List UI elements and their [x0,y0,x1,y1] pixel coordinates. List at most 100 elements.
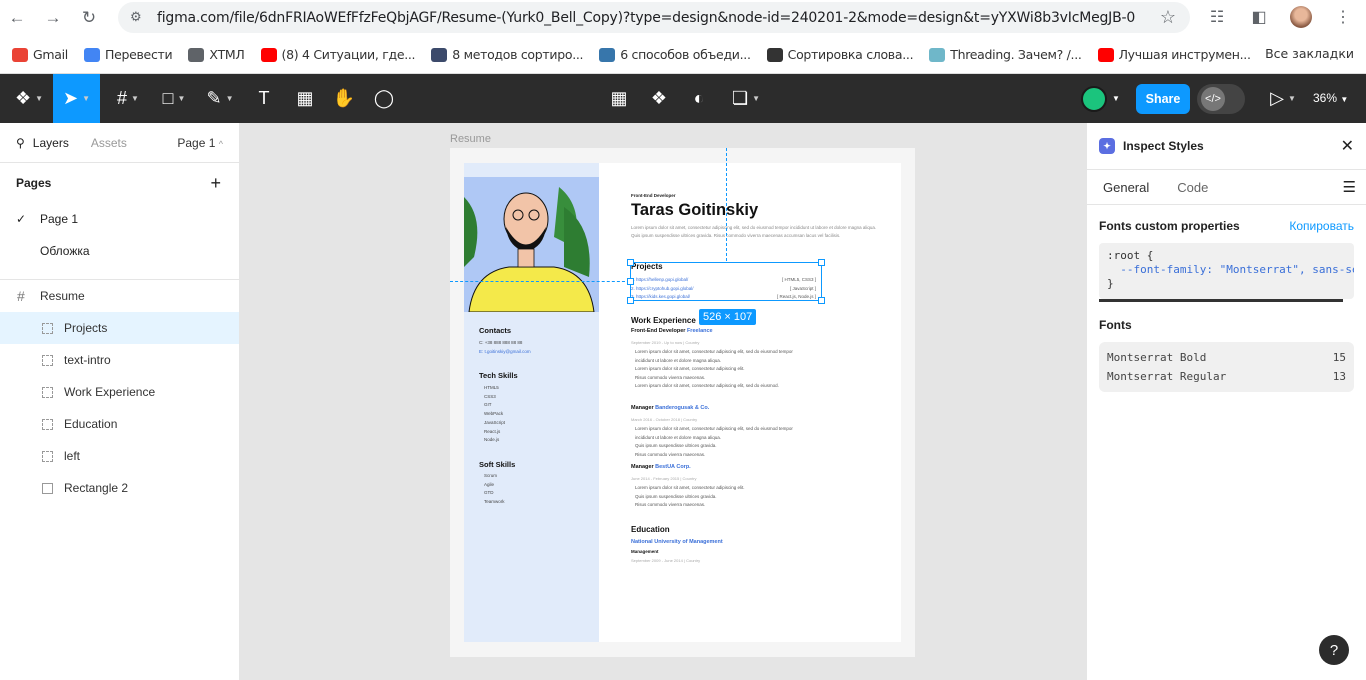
auto-layout-button[interactable]: ▦ [607,74,631,123]
resume-page[interactable]: Contacts C: +38 888 888 88 88 E: t.goiti… [464,163,901,642]
bookmark-item[interactable]: 8 методов сортиро... [431,47,584,62]
soft-skills-list: Scrum Agile GTD Teamwork [484,472,505,507]
move-tool-button[interactable]: ➤ ▼ [53,74,100,123]
habr-icon [929,47,946,62]
folder-icon [188,47,205,62]
frame-icon: # [117,88,128,108]
text-tool-button[interactable]: T [252,74,276,123]
site-settings-icon[interactable]: ⚙ [130,9,148,27]
url-text[interactable]: figma.com/file/6dnFRIAoWEfFfzFeQbjAGF/Re… [157,10,1135,26]
tab-code[interactable]: Code [1177,180,1208,195]
side-panel-icon[interactable]: ◧ [1248,7,1270,27]
resize-handle[interactable] [818,297,825,304]
resize-handle[interactable] [627,297,634,304]
selection-box[interactable] [627,259,825,304]
bookmark-item[interactable]: Сортировка слова... [766,47,914,62]
all-bookmarks-button[interactable]: Все закладки [1265,46,1354,61]
tab-general[interactable]: General [1103,180,1149,195]
add-page-icon[interactable]: + [210,173,221,194]
frame-tool-button[interactable]: # ▼ [110,74,146,123]
resume-sidebar: Contacts C: +38 888 888 88 88 E: t.goiti… [464,163,599,642]
job-bullets: Lorem ipsum dolor sit amet, consectetur … [635,484,810,510]
boolean-button[interactable]: ❏ ▼ [727,74,765,123]
resize-handle[interactable] [627,278,634,285]
page-selector-label: Page 1 [177,135,216,150]
frame-label[interactable]: Resume [450,133,491,145]
profile-avatar[interactable] [1290,6,1312,28]
layer-rectangle-2[interactable]: Rectangle 2 [0,472,239,504]
code-line: :root { [1107,249,1154,262]
bookmark-item[interactable]: ХТМЛ [188,47,245,62]
list-item: Agile [484,481,495,487]
bookmark-label: Лучшая инструмен... [1118,47,1251,62]
browser-menu-icon[interactable]: ⋮ [1332,7,1354,27]
comment-tool-button[interactable]: ◯ [372,74,396,123]
shape-tool-button[interactable]: □ ▼ [156,74,192,123]
present-button[interactable]: ▷ ▼ [1266,74,1300,123]
figma-toolbar: ❖ ▼ ➤ ▼ # ▼ □ ▼ ✎ ▼ T ▦ ✋ ◯ ▦ ❖ ◐ ❏ ▼ ▼ Share … [0,74,1366,123]
back-icon[interactable]: ← [6,7,28,29]
hand-tool-button[interactable]: ✋ [332,74,356,123]
contact-phone: C: +38 888 888 88 88 [479,340,523,345]
list-item: Lorem ipsum dolor sit amet, consectetur … [635,485,745,490]
page-item-page-1[interactable]: ✓ Page 1 [0,203,239,235]
layer-projects[interactable]: Projects [0,312,239,344]
chevron-down-icon[interactable]: ▼ [1109,74,1123,123]
job-title: Manager BestUA Corp. [631,464,691,470]
dev-mode-toggle[interactable]: </> [1197,84,1245,114]
list-item: JavaScript [484,419,506,425]
close-icon[interactable]: ✕ [1341,136,1354,156]
chevron-down-icon: ▼ [35,94,44,103]
zoom-menu[interactable]: 36% ▼ [1313,91,1348,105]
chevron-down-icon: ▼ [225,94,234,103]
bookmark-item[interactable]: Gmail [12,47,68,62]
list-item: Node.js [484,437,500,443]
bookmark-item[interactable]: Threading. Зачем? /... [929,47,1082,62]
extensions-icon[interactable]: ☷ [1206,7,1228,27]
bookmark-item[interactable]: Перевести [83,47,173,62]
main-menu-button[interactable]: ❖ ▼ [10,74,48,123]
component-button[interactable]: ❖ [647,74,671,123]
list-item: Risus commodo viverra maecenas. [635,374,706,380]
list-item: Lorem ipsum dolor sit amet, consectetur … [635,383,779,389]
address-bar[interactable]: ⚙ figma.com/file/6dnFRIAoWEfFfzFeQbjAGF/… [118,2,1190,33]
pen-tool-button[interactable]: ✎ ▼ [202,74,238,123]
layer-text-intro[interactable]: text-intro [0,344,239,376]
user-avatar[interactable] [1081,86,1107,112]
youtube-icon [1097,47,1114,62]
code-line: } [1107,277,1114,290]
job-title: Manager Banderogusak & Co. [631,405,709,411]
bookmark-item[interactable]: (8) 4 Ситуации, где... [260,47,416,62]
tab-layers[interactable]: Layers [33,136,69,150]
help-button[interactable]: ? [1319,635,1349,665]
resize-handle[interactable] [627,259,634,266]
bookmark-star-icon[interactable]: ☆ [1160,7,1176,28]
bookmark-label: ХТМЛ [209,47,245,62]
reload-icon[interactable]: ↻ [78,7,100,29]
tab-assets[interactable]: Assets [91,136,127,150]
layer-label: Rectangle 2 [64,481,129,495]
code-block[interactable]: :root { --font-family: "Montserrat", san… [1099,243,1354,299]
mask-button[interactable]: ◐ [687,74,711,123]
share-button[interactable]: Share [1136,84,1190,114]
layer-education[interactable]: Education [0,408,239,440]
layer-frame-resume[interactable]: # Resume [0,280,239,312]
contact-email: E: t.goitinskiy@gmail.com [479,348,531,354]
layer-left[interactable]: left [0,440,239,472]
hand-icon: ✋ [332,88,356,108]
bookmark-item[interactable]: Лучшая инструмен... [1097,47,1251,62]
bookmark-item[interactable]: 6 способов объеди... [599,47,751,62]
avatar-illustration [464,177,599,312]
resources-button[interactable]: ▦ [292,74,318,123]
copy-button[interactable]: Копировать [1289,219,1354,233]
hamburger-menu-icon[interactable]: ☰ [1343,178,1356,196]
search-icon[interactable]: ⚲ [16,136,25,150]
grid-icon: ▦ [610,88,628,108]
bookmark-label: Gmail [33,47,68,62]
page-selector[interactable]: Page 1 ^ [177,136,223,150]
pages-title: Pages [16,176,52,190]
page-item-cover[interactable]: Обложка [0,235,239,267]
layer-work-experience[interactable]: Work Experience [0,376,239,408]
forward-icon[interactable]: → [42,7,64,29]
resize-handle[interactable] [818,259,825,266]
